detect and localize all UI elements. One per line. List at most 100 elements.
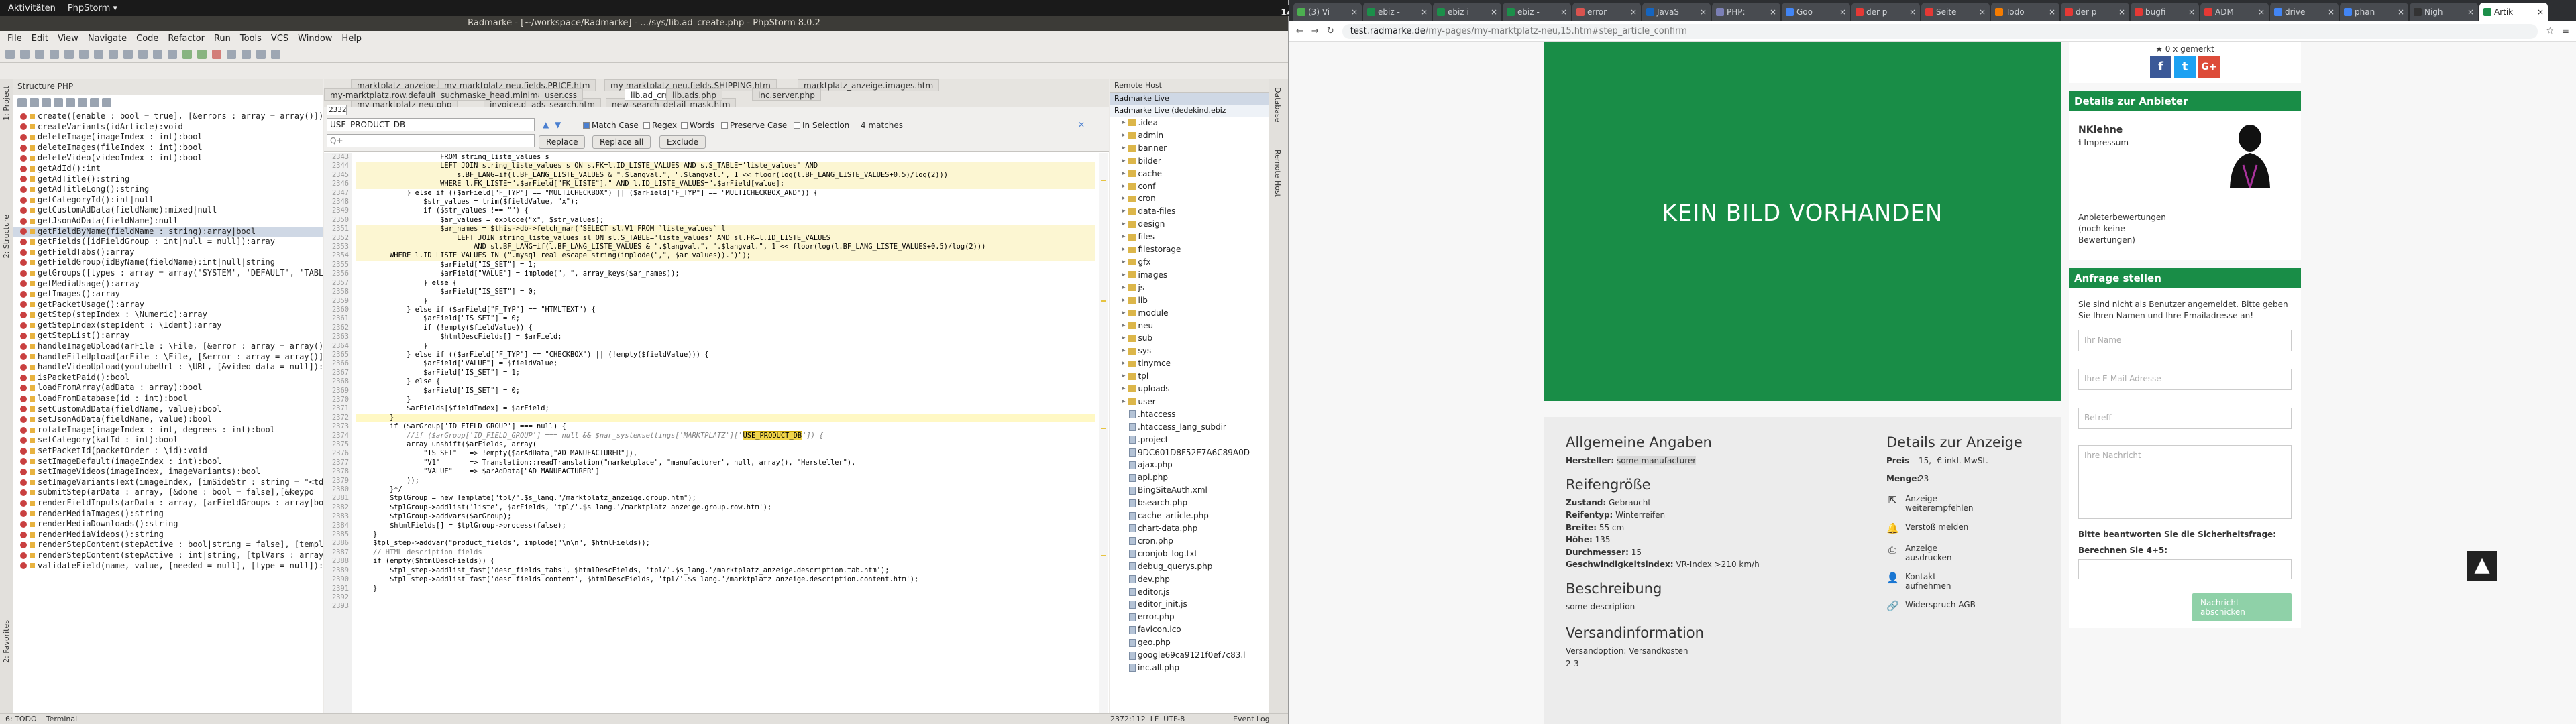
- structure-method-item[interactable]: renderStepContent(stepActive : int|strin…: [13, 550, 323, 561]
- structure-method-item[interactable]: getCategoryId():int|null: [13, 195, 323, 206]
- remote-tree-item[interactable]: ▸ admin: [1110, 129, 1269, 142]
- expand-arrow-icon[interactable]: ▸: [1122, 383, 1126, 396]
- editor-tab[interactable]: user.css: [539, 88, 583, 101]
- code-line[interactable]: if ($arGroup['ID_FIELD_GROUP'] === null)…: [356, 422, 1095, 431]
- fields-icon[interactable]: [54, 98, 63, 107]
- structure-method-item[interactable]: renderMediaDownloads():string: [13, 519, 323, 530]
- find-icon[interactable]: [123, 49, 133, 59]
- code-line[interactable]: $arField["VALUE"] = $fieldValue;: [356, 359, 1095, 368]
- code-line[interactable]: LEFT JOIN string_liste_values s ON s.FK=…: [356, 162, 1095, 171]
- structure-method-item[interactable]: getStepList():array: [13, 330, 323, 341]
- message-textarea[interactable]: Ihre Nachricht: [2078, 445, 2292, 519]
- remote-tree-item[interactable]: .project: [1110, 434, 1269, 446]
- send-message-button[interactable]: Nachricht abschicken: [2192, 593, 2292, 621]
- structure-method-item[interactable]: getFieldByName(fieldName : string):array…: [13, 226, 323, 237]
- browser-tab[interactable]: error ×: [1572, 3, 1641, 21]
- remote-tree-item[interactable]: ▸ neu: [1110, 320, 1269, 333]
- ad-action-link[interactable]: 👤 Kontakt aufnehmen: [1886, 572, 2047, 591]
- subject-input[interactable]: Betreff: [2078, 408, 2292, 429]
- code-area[interactable]: 2343 2344 2345 2346 2347 2348 2349 2350 2351 2352…: [324, 153, 1109, 713]
- close-tab-icon[interactable]: ×: [2467, 7, 2474, 17]
- code-line[interactable]: //if ($arGroup['ID_FIELD_GROUP'] === nul…: [356, 430, 1095, 440]
- caret-position[interactable]: 2372:112: [1110, 715, 1146, 723]
- structure-method-item[interactable]: setPacketId(packetOrder : \id):void: [13, 446, 323, 457]
- twitter-icon[interactable]: t: [2174, 56, 2196, 78]
- structure-method-item[interactable]: getFields([idFieldGroup : int|null = nul…: [13, 237, 323, 247]
- expand-arrow-icon[interactable]: ▸: [1122, 294, 1126, 307]
- remote-tree-item[interactable]: inc.all.php: [1110, 662, 1269, 674]
- browser-tab[interactable]: ebiz i ×: [1433, 3, 1501, 21]
- remote-tree-item[interactable]: BingSiteAuth.xml: [1110, 484, 1269, 497]
- remote-tree-item[interactable]: editor_init.js: [1110, 598, 1269, 611]
- structure-method-item[interactable]: getPacketUsage():array: [13, 300, 323, 310]
- structure-method-item[interactable]: renderStepContent(stepActive : bool|stri…: [13, 540, 323, 550]
- close-tab-icon[interactable]: ×: [1839, 7, 1846, 17]
- scroll-marker[interactable]: [1101, 428, 1106, 429]
- expand-arrow-icon[interactable]: ▸: [1122, 129, 1126, 142]
- browser-tab[interactable]: PHP: ×: [1712, 3, 1780, 21]
- paste-icon[interactable]: [109, 49, 118, 59]
- scroll-marker[interactable]: [1101, 300, 1106, 302]
- code-line[interactable]: } else {: [356, 377, 1095, 386]
- structure-method-item[interactable]: create([enable : bool = true], [&errors …: [13, 111, 323, 122]
- url-field[interactable]: test.radmarke.de/my-pages/my-marktplatz-…: [1342, 23, 2538, 39]
- code-line[interactable]: }: [356, 530, 1095, 539]
- remote-tree-item[interactable]: ▸ conf: [1110, 180, 1269, 193]
- remote-tree-item[interactable]: ▸ banner: [1110, 142, 1269, 155]
- back-icon[interactable]: ←: [1296, 26, 1303, 36]
- expand-arrow-icon[interactable]: ▸: [1122, 168, 1126, 180]
- menu-file[interactable]: File: [3, 34, 27, 44]
- code-line[interactable]: $arField["IS_SET"] = 0;: [356, 387, 1095, 396]
- facebook-icon[interactable]: f: [2150, 56, 2171, 78]
- redo-icon[interactable]: [64, 49, 74, 59]
- expand-arrow-icon[interactable]: ▸: [1122, 142, 1126, 155]
- remote-tree-item[interactable]: ▸ tpl: [1110, 370, 1269, 383]
- structure-method-item[interactable]: loadFromDatabase(id : int):bool: [13, 394, 323, 404]
- expand-arrow-icon[interactable]: ▸: [1122, 396, 1126, 408]
- remote-tree-item[interactable]: ▸ lib: [1110, 294, 1269, 307]
- code-line[interactable]: $tplGroup = new Template("tpl/".$s_lang.…: [356, 494, 1095, 503]
- browser-tab[interactable]: drive ×: [2270, 3, 2339, 21]
- ad-action-link[interactable]: ⇱ Anzeige weiterempfehlen: [1886, 494, 2047, 513]
- expand-arrow-icon[interactable]: ▸: [1122, 269, 1126, 282]
- vcs-update-icon[interactable]: [227, 49, 236, 59]
- expand-arrow-icon[interactable]: ▸: [1122, 307, 1126, 320]
- structure-method-item[interactable]: getMediaUsage():array: [13, 279, 323, 290]
- todo-tab[interactable]: 6: TODO: [5, 715, 37, 723]
- expand-arrow-icon[interactable]: ▸: [1122, 282, 1126, 294]
- star-icon[interactable]: ☆: [2546, 26, 2554, 36]
- remote-tree-item[interactable]: ▸ user: [1110, 396, 1269, 408]
- next-match-icon[interactable]: ▼: [555, 120, 561, 129]
- structure-method-item[interactable]: renderFieldInputs(arData : array, [arFie…: [13, 498, 323, 509]
- structure-method-item[interactable]: deleteImages(fileIndex : int):bool: [13, 143, 323, 154]
- remote-tree-item[interactable]: editor.js: [1110, 586, 1269, 599]
- structure-method-item[interactable]: getJsonAdData(fieldName):null: [13, 216, 323, 227]
- name-input[interactable]: Ihr Name: [2078, 330, 2292, 351]
- code-line[interactable]: $arField["VALUE"] = implode(", ", array_…: [356, 269, 1095, 278]
- remote-tree-item[interactable]: chart-data.php: [1110, 522, 1269, 535]
- menu-icon[interactable]: ≡: [2562, 26, 2569, 36]
- tool-tab-database[interactable]: Database: [1273, 87, 1282, 123]
- browser-tab[interactable]: der p ×: [2061, 3, 2129, 21]
- close-tab-icon[interactable]: ×: [2118, 7, 2125, 17]
- remote-tree-item[interactable]: ▸ design: [1110, 218, 1269, 231]
- remote-tree-item[interactable]: dev.php: [1110, 573, 1269, 586]
- code-line[interactable]: $ar_names = $this->db->fetch_nar("SELECT…: [356, 225, 1095, 234]
- structure-method-item[interactable]: submitStep(arData : array, [&done : bool…: [13, 487, 323, 498]
- sort-icon[interactable]: [17, 98, 27, 107]
- remote-tree-item[interactable]: .htaccess_lang_subdir: [1110, 421, 1269, 434]
- code-line[interactable]: "V1" => Translation::readTranslation("ma…: [356, 459, 1095, 467]
- server-selector[interactable]: Radmarke Live: [1110, 93, 1269, 105]
- copy-icon[interactable]: [94, 49, 103, 59]
- browser-tab[interactable]: JavaS ×: [1642, 3, 1711, 21]
- code-line[interactable]: LEFT JOIN string_liste_values sl ON sl.S…: [356, 233, 1095, 243]
- structure-method-item[interactable]: getStep(stepIndex : \Numeric):array: [13, 310, 323, 320]
- save-icon[interactable]: [20, 49, 30, 59]
- menu-view[interactable]: View: [53, 34, 83, 44]
- sync-icon[interactable]: [35, 49, 44, 59]
- remote-tree-item[interactable]: ▸ files: [1110, 231, 1269, 243]
- search-input[interactable]: USE_PRODUCT_DB: [327, 118, 535, 131]
- editor-scrollbar[interactable]: [1099, 153, 1108, 713]
- terminal-tab[interactable]: Terminal: [46, 715, 78, 723]
- structure-method-item[interactable]: handleImageUpload(arFile : \File, [&erro…: [13, 341, 323, 352]
